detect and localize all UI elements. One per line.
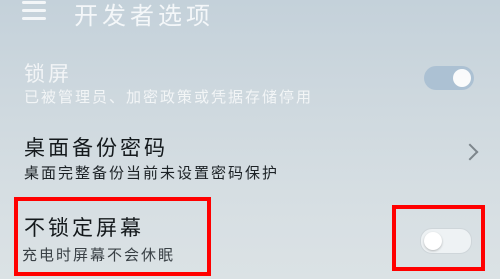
highlight-box-toggle [392, 205, 485, 271]
highlight-box-setting-text [14, 197, 211, 276]
top-bar: 开发者选项 [0, 0, 500, 40]
menu-icon[interactable] [22, 0, 46, 20]
setting-row-lock-screen: 锁屏 已被管理员、加密政策或凭据存储停用 [0, 54, 500, 110]
setting-title: 锁屏 [24, 62, 72, 86]
page-title: 开发者选项 [74, 2, 214, 30]
setting-row-desktop-backup-password[interactable]: 桌面备份密码 桌面完整备份当前未设置密码保护 [0, 128, 500, 188]
setting-subtitle: 桌面完整备份当前未设置密码保护 [24, 164, 280, 182]
setting-subtitle: 已被管理员、加密政策或凭据存储停用 [24, 88, 314, 106]
toggle-knob [453, 69, 471, 87]
setting-title: 桌面备份密码 [24, 136, 168, 160]
chevron-right-icon [461, 143, 479, 161]
lock-screen-toggle [424, 66, 474, 90]
